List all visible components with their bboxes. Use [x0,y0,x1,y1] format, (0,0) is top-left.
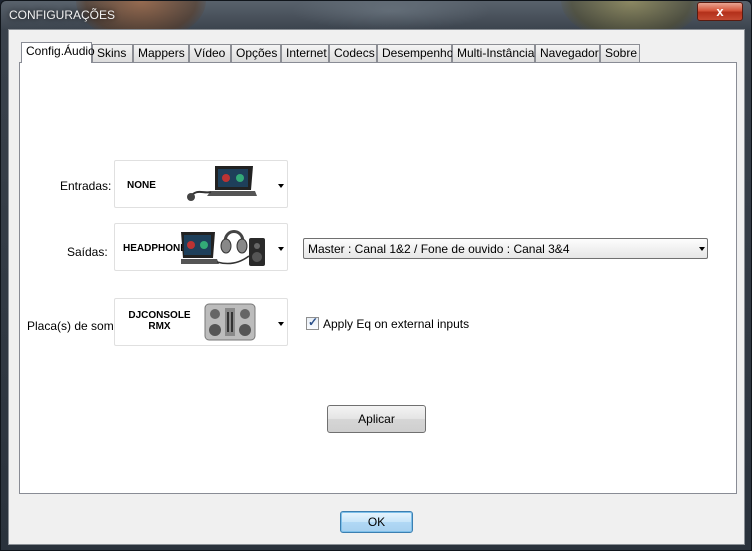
apply-eq-checkbox[interactable]: ✓ [306,315,319,330]
tab-opcoes[interactable]: Opções [231,44,281,62]
tab-multi-instancias[interactable]: Multi-Instâncias [452,44,540,62]
apply-button[interactable]: Aplicar [327,405,426,433]
soundcard-device-line2: RMX [148,321,171,332]
tab-label: Opções [236,46,278,60]
tab-internet[interactable]: Internet [281,44,329,62]
tab-label: Vídeo [194,46,226,60]
tab-label: Navegador [540,46,599,60]
laptop-icon [187,166,257,201]
headphones-speaker-icon [181,230,265,266]
tab-mappers[interactable]: Mappers [133,44,189,62]
chevron-down-icon [278,184,284,188]
tab-label: Mappers [138,46,185,60]
tab-config-audio[interactable]: Config.Áudio [21,42,95,63]
outputs-device-selector[interactable]: HEADPHONES [114,223,288,271]
window-title: CONFIGURAÇÕES [9,8,116,22]
chevron-down-icon [278,322,284,326]
title-bar[interactable]: CONFIGURAÇÕES x [1,1,751,29]
dialog-client: Config.Áudio Skins Mappers Vídeo Opções … [8,29,745,545]
tab-desempenho[interactable]: Desempenho [377,44,454,62]
inputs-label: Entradas: [60,179,112,193]
outputs-label: Saídas: [67,245,108,259]
tab-label: Skins [97,46,127,60]
soundcard-device-line1: DJCONSOLE [128,310,191,321]
tab-label: Config.Áudio [26,44,95,58]
tab-label: Codecs [334,46,375,60]
dj-console-icon [204,303,256,341]
tab-label: Sobre [605,46,638,60]
inputs-device-name: NONE [127,180,156,191]
tab-navegador[interactable]: Navegador [535,44,600,62]
tab-label: Desempenho [382,46,454,60]
inputs-device-selector[interactable]: NONE [114,160,288,208]
close-icon: x [716,4,724,19]
tab-sobre[interactable]: Sobre [600,44,640,62]
soundcard-label: Placa(s) de som: [27,319,118,333]
output-routing-select[interactable]: Master : Canal 1&2 / Fone de ouvido : Ca… [303,238,708,259]
ok-button[interactable]: OK [340,511,413,533]
tab-codecs[interactable]: Codecs [329,44,377,62]
settings-window: CONFIGURAÇÕES x Config.Áudio Skins Mappe… [0,0,752,551]
close-button[interactable]: x [697,2,743,21]
title-deco-right [561,1,701,29]
tab-video[interactable]: Vídeo [189,44,231,62]
title-deco-center [291,1,491,29]
soundcard-device-selector[interactable]: DJCONSOLE RMX [114,298,288,346]
audio-config-panel: Entradas: NONE Saídas: HEADPHONES Master… [19,62,737,494]
chevron-down-icon [699,247,705,251]
tab-skins[interactable]: Skins [92,44,133,62]
tab-label: Internet [286,46,327,60]
chevron-down-icon [278,247,284,251]
tab-label: Multi-Instâncias [457,46,541,60]
apply-eq-label: Apply Eq on external inputs [323,317,470,331]
soundcard-device-name: DJCONSOLE RMX [123,310,196,332]
checkmark-icon: ✓ [308,315,319,329]
output-routing-value: Master : Canal 1&2 / Fone de ouvido : Ca… [308,242,570,256]
